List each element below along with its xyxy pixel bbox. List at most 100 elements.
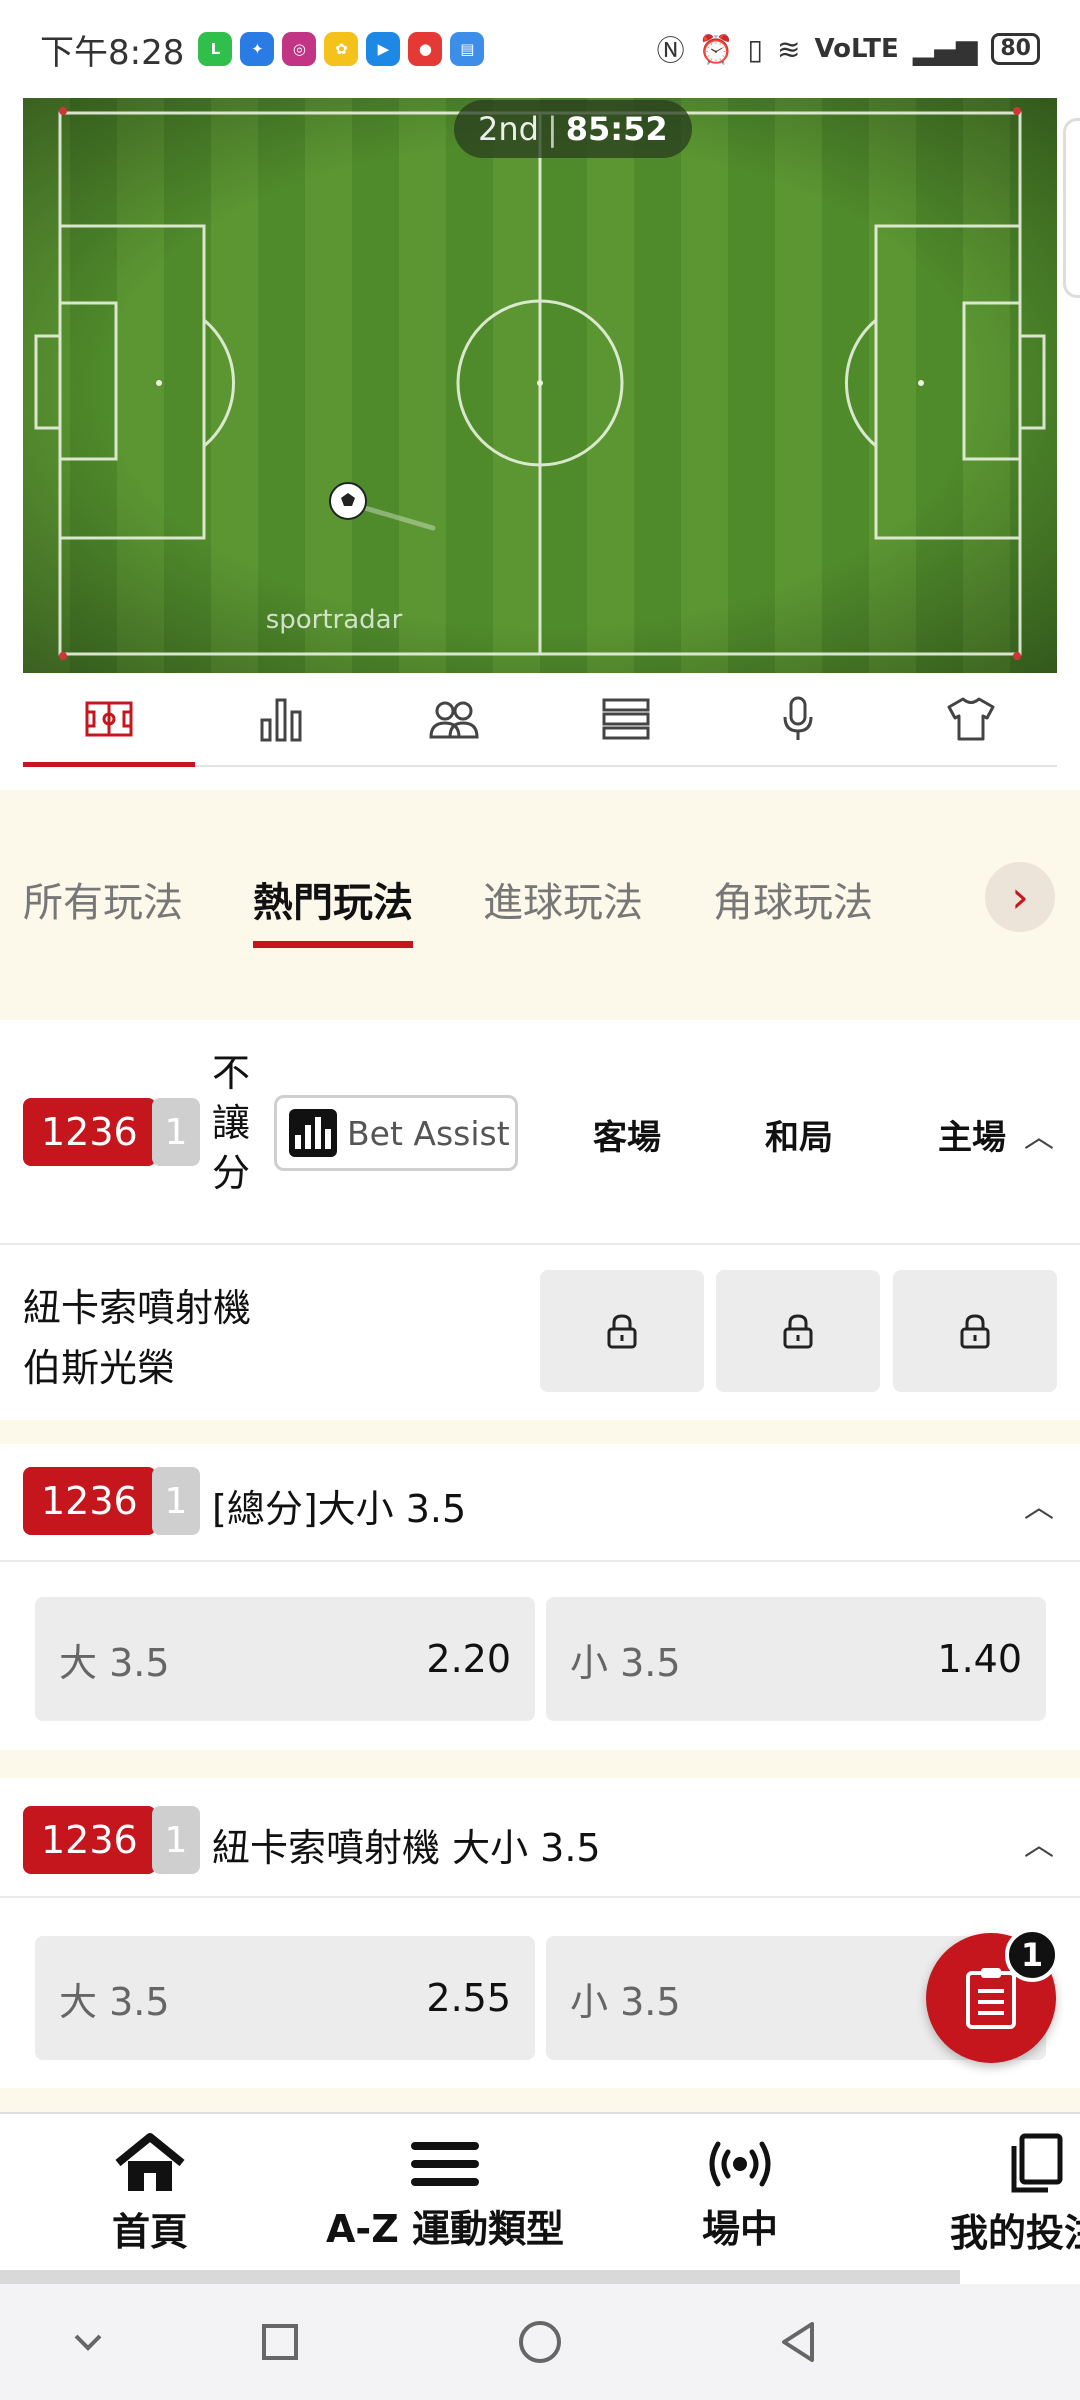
live-broadcast-icon	[709, 2141, 771, 2186]
clipboard-icon	[966, 1968, 1016, 2029]
market-tabs-section: 所有玩法 熱門玩法 進球玩法 角球玩法 ›	[0, 790, 1080, 1020]
status-bar: 下午8:28 L ✦ ◎ ✿ ▶ ● ▤ Ⓝ ⏰ ▯ ≋ VoLTE ▂▄▆ 8…	[0, 0, 1080, 98]
nav-mybets-label: 我的投注	[950, 2210, 1080, 2255]
tab-commentary[interactable]	[712, 673, 884, 765]
tab-team[interactable]	[885, 673, 1057, 765]
column-away: 客場	[593, 1118, 661, 1158]
odds-under-value: 1.40	[937, 1637, 1022, 1681]
home-circle-icon[interactable]	[510, 2312, 570, 2372]
market-id-badge: 1236	[23, 1467, 156, 1535]
vibrate-icon: ▯	[747, 32, 763, 66]
market-title-line: 讓	[212, 1101, 251, 1145]
nav-sports-label: A-Z 運動類型	[326, 2206, 564, 2251]
copy-icon	[1011, 2133, 1063, 2192]
odds-under-label: 小 3.5	[570, 1640, 681, 1685]
odds-draw-locked[interactable]	[716, 1270, 880, 1392]
market-title: 不 讓 分	[212, 1048, 250, 1198]
match-tracker-pitch: sportradar 2nd | 85:52	[23, 98, 1057, 673]
chevron-up-icon[interactable]: ︿	[1024, 1482, 1054, 1526]
back-icon[interactable]	[768, 2312, 828, 2372]
pitch-graphic: sportradar	[23, 98, 1057, 673]
battery-icon: 80	[991, 33, 1040, 65]
bar-chart-icon	[289, 1109, 337, 1157]
recent-apps-icon[interactable]	[250, 2312, 310, 2372]
odds-under-button[interactable]: 小 3.5 1.40	[546, 1597, 1046, 1721]
market-count-badge: 1	[152, 1098, 200, 1166]
tab-goal-markets[interactable]: 進球玩法	[483, 870, 643, 948]
odds-over-value: 2.55	[426, 1976, 511, 2020]
youtube-icon: ▶	[366, 32, 401, 66]
nav-home-label: 首頁	[111, 2209, 188, 2254]
lock-icon	[960, 1314, 990, 1349]
alarm-icon: ⏰	[698, 32, 734, 66]
menu-icon	[411, 2141, 479, 2186]
match-time: 85:52	[565, 110, 668, 148]
section-divider	[0, 1750, 1080, 1778]
signal-icon: ▂▄▆	[912, 32, 978, 66]
nav-live-label: 場中	[701, 2206, 778, 2251]
chevron-right-icon[interactable]: ›	[985, 862, 1055, 932]
odds-away-locked[interactable]	[540, 1270, 704, 1392]
tab-pitch[interactable]	[23, 673, 196, 767]
ball-icon	[329, 482, 367, 520]
tracker-tabs	[23, 673, 1057, 767]
market-count-badge: 1	[152, 1467, 200, 1535]
bottom-nav: 首頁 A-Z 運動類型 場中 我的投注	[0, 2112, 1080, 2272]
section-divider	[0, 2088, 1080, 2112]
tab-list[interactable]	[540, 673, 712, 765]
tab-popular-markets[interactable]: 熱門玩法	[253, 870, 413, 948]
team-away: 紐卡索噴射機	[23, 1286, 252, 1330]
jersey-icon	[947, 697, 995, 741]
chevron-up-icon[interactable]: ︿	[1024, 1112, 1054, 1156]
system-nav-bar	[0, 2284, 1080, 2400]
nfc-icon: Ⓝ	[656, 34, 685, 67]
tab-lineups[interactable]	[368, 673, 540, 765]
column-draw: 和局	[765, 1118, 833, 1158]
side-panel-handle[interactable]	[1063, 118, 1080, 298]
nav-live[interactable]: 場中	[680, 2114, 800, 2274]
line-app-icon: L	[198, 32, 233, 66]
provider-logo: sportradar	[266, 605, 403, 635]
app-icon: ●	[408, 32, 443, 66]
app-icon: ▤	[450, 32, 485, 66]
chevron-up-icon[interactable]: ︿	[1024, 1820, 1054, 1864]
clock-separator: |	[546, 110, 558, 148]
tab-stats[interactable]	[195, 673, 367, 765]
odds-over-label: 大 3.5	[59, 1640, 170, 1685]
list-icon	[602, 698, 650, 740]
market-id-badge: 1236	[23, 1806, 156, 1874]
lineup-icon	[429, 701, 479, 739]
microphone-icon	[783, 696, 813, 740]
market-tabs: 所有玩法 熱門玩法 進球玩法 角球玩法	[23, 870, 873, 948]
bottom-nav-scrollbar[interactable]	[0, 2270, 960, 2284]
lock-icon	[783, 1314, 813, 1349]
lock-icon	[607, 1314, 637, 1349]
team-home: 伯斯光榮	[23, 1346, 176, 1390]
section-divider	[0, 1420, 1080, 1444]
odds-over-label: 大 3.5	[59, 1979, 170, 2024]
betslip-count-badge: 1	[1005, 1928, 1059, 1982]
status-time: 下午8:28	[40, 32, 185, 73]
stats-icon	[260, 698, 302, 742]
instagram-icon: ◎	[282, 32, 317, 66]
system-indicators: Ⓝ ⏰ ▯ ≋ VoLTE ▂▄▆ 80	[657, 29, 1040, 69]
odds-over-value: 2.20	[426, 1637, 511, 1681]
chevron-down-icon[interactable]	[58, 2312, 118, 2372]
tab-all-markets[interactable]: 所有玩法	[23, 870, 183, 948]
odds-home-locked[interactable]	[893, 1270, 1057, 1392]
market-count-badge: 1	[152, 1806, 200, 1874]
column-home: 主場	[938, 1118, 1006, 1158]
odds-over-button[interactable]: 大 3.5 2.55	[35, 1936, 535, 2060]
market-title: [總分]大小 3.5	[212, 1487, 467, 1531]
nav-home[interactable]: 首頁	[95, 2114, 205, 2274]
tab-corner-markets[interactable]: 角球玩法	[713, 870, 873, 948]
market-title-line: 分	[212, 1151, 251, 1195]
app-icon: ✦	[240, 32, 275, 66]
bet-assist-button[interactable]: Bet Assist	[274, 1095, 518, 1171]
match-period: 2nd	[478, 110, 539, 148]
nav-mybets[interactable]: 我的投注	[950, 2114, 1080, 2274]
nav-sports[interactable]: A-Z 運動類型	[325, 2114, 565, 2274]
odds-over-button[interactable]: 大 3.5 2.20	[35, 1597, 535, 1721]
pitch-icon	[85, 701, 133, 737]
network-label: VoLTE	[814, 34, 899, 64]
